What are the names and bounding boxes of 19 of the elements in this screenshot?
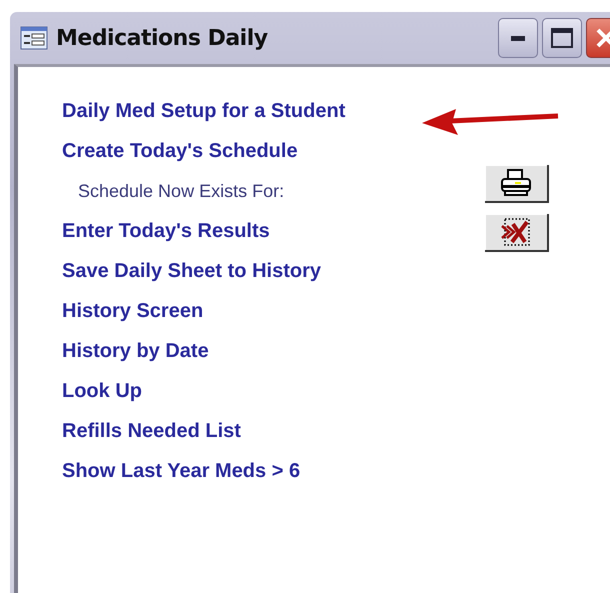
menu-link[interactable]: Create Today's Schedule — [62, 141, 298, 181]
menu-link[interactable]: History Screen — [62, 301, 204, 341]
menu-link[interactable]: History by Date — [62, 341, 209, 381]
menu-link[interactable]: Save Daily Sheet to History — [62, 261, 321, 301]
schedule-status-label: Schedule Now Exists For: — [77, 181, 284, 203]
menu-link[interactable]: Show Last Year Meds > 6 — [62, 461, 300, 501]
menu-link[interactable]: Daily Med Setup for a Student — [62, 101, 346, 141]
maximize-icon — [551, 28, 573, 48]
window-title: Medications Daily — [56, 26, 268, 50]
menu-link[interactable]: Enter Today's Results — [62, 221, 270, 261]
minimize-icon — [511, 36, 525, 40]
menu-link[interactable]: Look Up — [62, 381, 142, 421]
delete-schedule-button[interactable] — [485, 214, 550, 252]
minimize-button[interactable] — [498, 18, 538, 58]
form-icon — [20, 26, 48, 50]
maximize-button[interactable] — [542, 18, 582, 58]
print-button[interactable] — [485, 165, 550, 203]
menu-link[interactable]: Refills Needed List — [62, 421, 241, 461]
printer-icon — [499, 168, 534, 198]
